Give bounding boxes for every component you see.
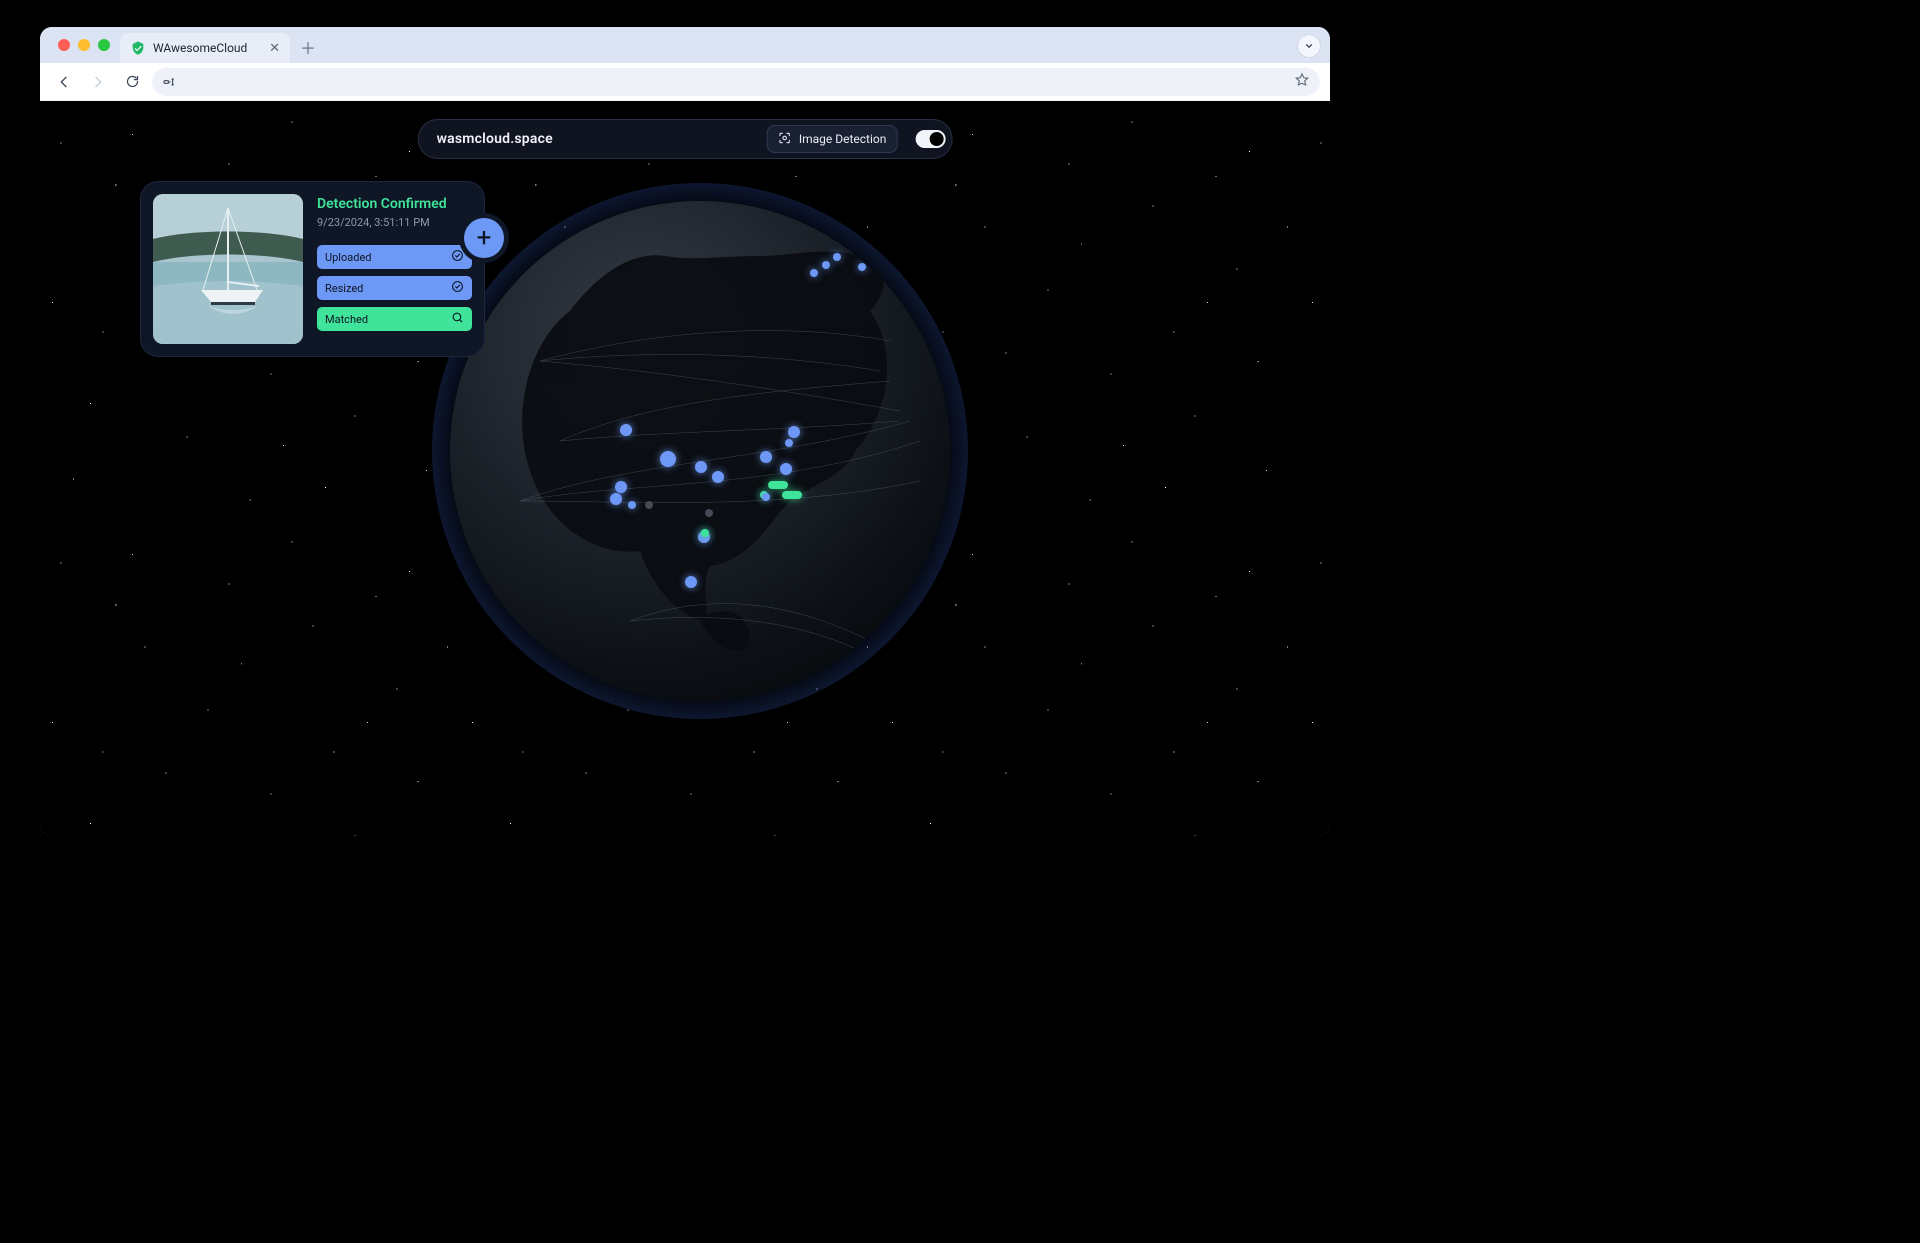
check-circle-icon: [451, 249, 464, 265]
plus-icon: +: [477, 223, 492, 253]
status-label: Uploaded: [325, 251, 371, 264]
window-controls: [48, 27, 120, 63]
site-controls-icon[interactable]: [162, 74, 178, 90]
window-close-icon[interactable]: [58, 39, 70, 51]
status-label: Matched: [325, 313, 368, 326]
forward-button[interactable]: [84, 68, 112, 96]
back-button[interactable]: [50, 68, 78, 96]
detection-card: Detection Confirmed 9/23/2024, 3:51:11 P…: [140, 181, 485, 357]
window-minimize-icon[interactable]: [78, 39, 90, 51]
browser-window: WAwesomeCloud ✕ ＋: [40, 27, 1330, 836]
search-check-icon: [451, 311, 464, 327]
browser-toolbar: [40, 63, 1330, 101]
detection-timestamp: 9/23/2024, 3:51:11 PM: [317, 216, 472, 229]
bookmark-icon[interactable]: [1294, 72, 1310, 92]
browser-tab-active[interactable]: WAwesomeCloud ✕: [120, 33, 290, 63]
reload-button[interactable]: [118, 68, 146, 96]
focus-icon: [778, 131, 792, 148]
tab-strip: WAwesomeCloud ✕ ＋: [40, 27, 1330, 63]
mode-chip[interactable]: Image Detection: [767, 125, 898, 153]
favicon-icon: [130, 40, 146, 56]
theme-toggle[interactable]: [915, 130, 945, 148]
status-uploaded: Uploaded: [317, 245, 472, 269]
new-tab-button[interactable]: ＋: [294, 33, 322, 61]
page-viewport: wasmcloud.space Image Detection: [40, 101, 1330, 836]
detection-thumbnail: [153, 194, 303, 344]
brand-label: wasmcloud.space: [437, 131, 553, 147]
status-label: Resized: [325, 282, 363, 295]
tab-close-icon[interactable]: ✕: [269, 41, 280, 56]
status-matched: Matched: [317, 307, 472, 331]
status-resized: Resized: [317, 276, 472, 300]
window-zoom-icon[interactable]: [98, 39, 110, 51]
tab-title: WAwesomeCloud: [153, 41, 247, 55]
add-button[interactable]: +: [464, 218, 504, 258]
detection-meta: Detection Confirmed 9/23/2024, 3:51:11 P…: [317, 194, 472, 344]
mode-label: Image Detection: [799, 132, 887, 146]
top-nav: wasmcloud.space Image Detection: [418, 119, 953, 159]
check-circle-icon: [451, 280, 464, 296]
detection-title: Detection Confirmed: [317, 196, 472, 212]
tab-list-button[interactable]: [1298, 35, 1320, 57]
address-bar[interactable]: [152, 68, 1320, 96]
